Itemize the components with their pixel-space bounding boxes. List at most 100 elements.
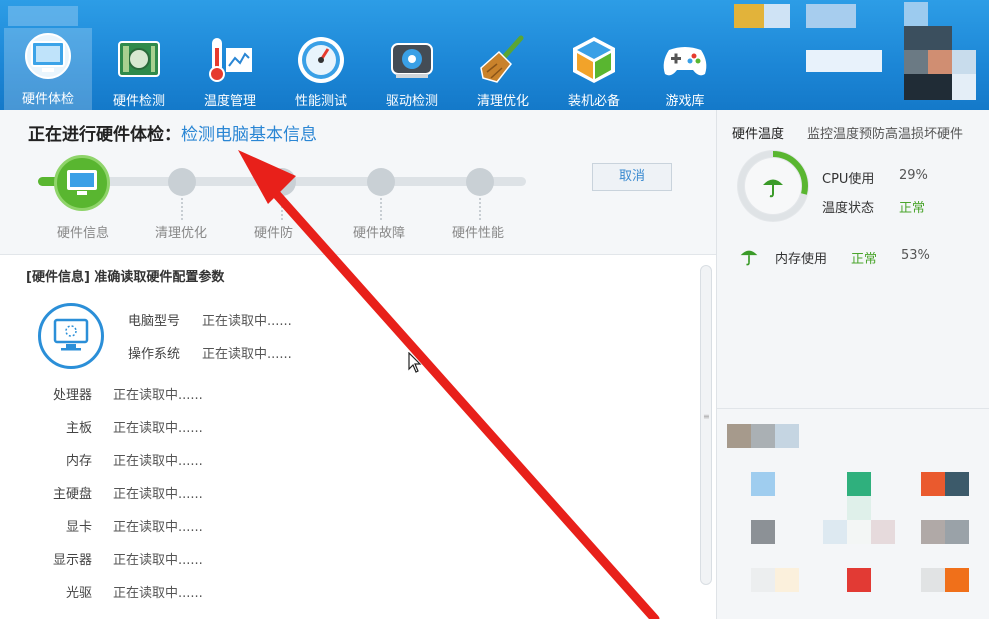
- tool-performance[interactable]: 性能测试: [277, 30, 365, 110]
- memory-label: 内存使用: [775, 252, 828, 267]
- tool-label: 硬件体检: [21, 92, 74, 107]
- hardware-label: 主板: [65, 421, 92, 436]
- blurred-avatar-tile: [904, 74, 952, 100]
- tool-label: 硬件检测: [112, 94, 165, 109]
- temperature-title: 硬件温度: [732, 127, 785, 142]
- cpu-label: CPU使用: [822, 172, 875, 187]
- app-tile[interactable]: [945, 520, 969, 544]
- tool-hardware-checkup[interactable]: 硬件体检: [4, 28, 92, 110]
- step-label: 硬件防: [254, 226, 294, 241]
- blurred-avatar-tile: [952, 74, 976, 100]
- tool-hardware-detect[interactable]: 硬件检测: [95, 30, 183, 110]
- progress-area: 正在进行硬件体检：检测电脑基本信息 取消 硬件信息 清理优化 硬件防 硬件故障 …: [0, 110, 716, 255]
- blurred-tile: [775, 424, 799, 448]
- memory-umbrella-icon: [739, 246, 759, 270]
- hardware-value: 正在读取中......: [113, 454, 203, 469]
- hardware-label: 显卡: [65, 520, 92, 535]
- memory-status: 正常: [851, 252, 878, 267]
- shield-icon: [268, 168, 296, 196]
- app-tile[interactable]: [847, 568, 871, 592]
- app-tile[interactable]: [945, 568, 969, 592]
- performance-icon: [466, 168, 494, 196]
- memory-value: 53%: [901, 248, 930, 263]
- cpu-value: 29%: [899, 168, 928, 183]
- hardware-value: 正在读取中......: [113, 388, 203, 403]
- tool-game-library[interactable]: 游戏库: [641, 30, 729, 110]
- app-tile[interactable]: [921, 472, 945, 496]
- tool-label: 温度管理: [203, 94, 256, 109]
- umbrella-icon: [761, 174, 785, 202]
- scroll-grip-icon: ≡: [703, 412, 710, 421]
- step-label: 硬件性能: [452, 226, 505, 241]
- top-toolbar: 硬件体检 硬件检测 温度管理 性能测试 驱动检测 清理优化 装机必备 游戏库: [0, 0, 989, 110]
- blurred-avatar-tile: [904, 2, 928, 26]
- hardware-value: 正在读取中......: [113, 487, 203, 502]
- gamepad-icon: [659, 34, 711, 86]
- cancel-button[interactable]: 取消: [592, 163, 672, 191]
- mouse-cursor-icon: [408, 351, 422, 378]
- monitor-check-icon: [22, 32, 74, 84]
- broom-icon: [477, 34, 529, 86]
- speedometer-icon: [295, 34, 347, 86]
- tool-label: 驱动检测: [385, 94, 438, 109]
- blurred-badge: [734, 4, 764, 28]
- os-label: 操作系统: [128, 347, 181, 362]
- computer-icon: [38, 303, 104, 369]
- clean-icon: [168, 168, 196, 196]
- tool-label: 清理优化: [476, 94, 529, 109]
- app-tile[interactable]: [945, 472, 969, 496]
- app-tile[interactable]: [751, 520, 775, 544]
- tool-essentials[interactable]: 装机必备: [550, 30, 638, 110]
- title-subtitle: 检测电脑基本信息: [181, 125, 317, 145]
- blurred-avatar-tile: [904, 26, 952, 50]
- title-text: 正在进行硬件体检：: [28, 125, 181, 145]
- model-label: 电脑型号: [128, 314, 181, 329]
- app-tile[interactable]: [751, 472, 775, 496]
- app-tile[interactable]: [921, 568, 945, 592]
- tool-temperature[interactable]: 温度管理: [186, 30, 274, 110]
- temp-label: 温度状态: [822, 201, 875, 216]
- temperature-subtitle: 监控温度预防高温损坏硬件: [807, 127, 964, 142]
- step-label: 清理优化: [155, 226, 208, 241]
- app-tile[interactable]: [847, 472, 871, 496]
- thermometer-icon: [204, 34, 256, 86]
- cube-icon: [568, 34, 620, 86]
- blurred-badge-2: [764, 4, 790, 28]
- hardware-label: 光驱: [65, 586, 92, 601]
- tool-label: 游戏库: [665, 94, 705, 109]
- blurred-tile: [847, 496, 871, 520]
- checkup-panel: 正在进行硬件体检：检测电脑基本信息 取消 硬件信息 清理优化 硬件防 硬件故障 …: [0, 110, 716, 619]
- model-value: 正在读取中......: [202, 314, 292, 329]
- hardware-label: 处理器: [52, 388, 92, 403]
- blurred-tile: [727, 424, 751, 448]
- app-tile[interactable]: [751, 568, 775, 592]
- blurred-avatar-tile: [952, 50, 976, 74]
- app-tile[interactable]: [823, 520, 847, 544]
- circuit-board-icon: [113, 34, 165, 86]
- scrollbar[interactable]: [700, 265, 712, 585]
- tool-label: 装机必备: [567, 94, 620, 109]
- hardware-label: 主硬盘: [52, 487, 92, 502]
- hardware-value: 正在读取中......: [113, 586, 203, 601]
- app-tile[interactable]: [871, 520, 895, 544]
- blurred-avatar-tile: [904, 50, 928, 74]
- panel-divider: [717, 408, 989, 409]
- blurred-avatar-tile: [928, 50, 952, 74]
- hardware-value: 正在读取中......: [113, 553, 203, 568]
- monitor-icon: [66, 169, 98, 201]
- temperature-panel: 硬件温度 监控温度预防高温损坏硬件 CPU使用 29% 温度状态 正常 内存使用…: [716, 110, 989, 619]
- app-tile[interactable]: [775, 568, 799, 592]
- app-tile[interactable]: [847, 520, 871, 544]
- page-title: 正在进行硬件体检：检测电脑基本信息: [28, 120, 317, 145]
- app-tile[interactable]: [921, 520, 945, 544]
- gear-chip-icon: [386, 34, 438, 86]
- hardware-label: 内存: [65, 454, 92, 469]
- blurred-logo: [8, 6, 78, 26]
- step-label: 硬件故障: [353, 226, 406, 241]
- tool-cleanup[interactable]: 清理优化: [459, 30, 547, 110]
- section-title: [硬件信息] 准确读取硬件配置参数: [26, 270, 225, 285]
- tool-driver-detect[interactable]: 驱动检测: [368, 30, 456, 110]
- blurred-username[interactable]: [806, 50, 882, 72]
- temp-status: 正常: [899, 201, 926, 216]
- step-label: 硬件信息: [57, 226, 110, 241]
